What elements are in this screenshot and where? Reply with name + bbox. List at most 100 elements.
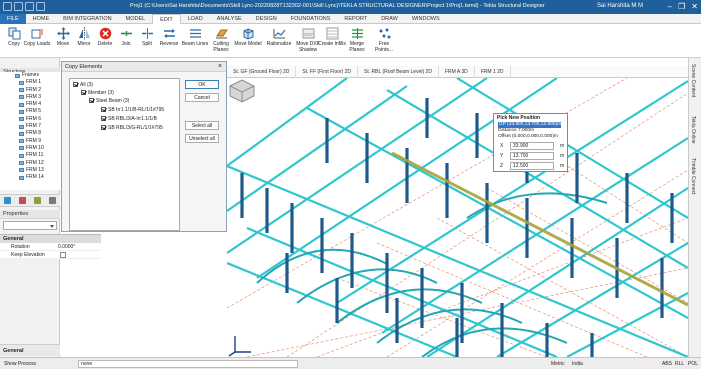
tree-node-member[interactable]: Member (3) [81, 90, 114, 97]
tab-bim-integration[interactable]: BIM INTEGRATION [56, 14, 118, 24]
tree-node-beam-3[interactable]: SB RBL/3/G-RL/1/1#795 [101, 125, 163, 132]
3d-viewport[interactable] [227, 78, 688, 357]
rotation-value[interactable]: 0.0000° [58, 243, 75, 251]
tree-item-frm[interactable]: FRM 2 [0, 87, 60, 94]
structure-tab-icon[interactable] [4, 197, 11, 204]
rationalize-button[interactable]: Rationalize [265, 27, 293, 47]
trimble-connect-tab[interactable]: Trimble Connect [690, 158, 696, 195]
checkbox-icon[interactable] [101, 107, 106, 113]
property-row-keep-elevation[interactable]: Keep Elevation [0, 251, 101, 259]
z-coordinate-input[interactable]: 12.500 [510, 162, 554, 170]
general-bottom-tab[interactable]: General [0, 344, 60, 356]
keep-elevation-checkbox[interactable] [60, 252, 66, 258]
tree-node-beam-1[interactable]: SB Irr1.1/1/B-RL/1/1#795 [101, 107, 164, 114]
cancel-button[interactable]: Cancel [185, 93, 219, 102]
mirror-icon [78, 27, 90, 40]
select-all-button[interactable]: Select all [185, 121, 219, 130]
steel-beams [227, 78, 688, 357]
cutting-planes-button[interactable]: Cutting Planes [207, 27, 235, 53]
reverse-button[interactable]: Reverse [155, 27, 183, 47]
dialog-close-icon[interactable]: × [218, 62, 222, 72]
tab-report[interactable]: REPORT [337, 14, 374, 24]
tree-item-frm[interactable]: FRM 3 [0, 94, 60, 101]
frame-icon [19, 109, 24, 114]
tree-item-frm[interactable]: FRM 11 [0, 152, 60, 159]
tab-analyse[interactable]: ANALYSE [210, 14, 249, 24]
tab-file[interactable]: FILE [0, 14, 26, 24]
tree-item-frm[interactable]: FRM 10 [0, 145, 60, 152]
checkbox-icon[interactable] [101, 116, 106, 122]
rll-toggle[interactable]: RLL [675, 360, 684, 368]
elements-tree[interactable]: All (3) Member (3) Steel Beam (3) SB Irr… [69, 78, 180, 231]
tab-model[interactable]: MODEL [119, 14, 153, 24]
results-tab-icon[interactable] [49, 197, 56, 204]
view-tab-frm-1-2d[interactable]: FRM 1 2D [475, 66, 511, 78]
view-tab-ground-floor[interactable]: St. GF (Ground Floor) 2D [227, 66, 297, 78]
save-icon[interactable] [14, 2, 23, 11]
units-indicator[interactable]: Metric [551, 360, 565, 368]
checkbox-icon[interactable] [101, 125, 106, 131]
y-coordinate-input[interactable]: 13.700 [510, 152, 554, 160]
tree-item-frm[interactable]: FRM 13 [0, 167, 60, 174]
tree-node-all[interactable]: All (3) [73, 82, 93, 89]
properties-panel: Properties [0, 210, 60, 232]
tree-item-frm[interactable]: FRM 8 [0, 130, 60, 137]
tab-windows[interactable]: WINDOWS [405, 14, 447, 24]
tab-foundations[interactable]: FOUNDATIONS [284, 14, 338, 24]
tab-load[interactable]: LOAD [181, 14, 210, 24]
rationalize-icon [273, 29, 285, 39]
checkbox-icon[interactable] [73, 82, 78, 88]
maximize-button[interactable]: ❐ [678, 1, 685, 12]
view-tab-roof-beam-level[interactable]: St. RBL (Roof Beam Level) 2D [358, 66, 439, 78]
move-model-button[interactable]: Move Model [234, 27, 262, 47]
free-points-button[interactable]: Free Points... [370, 27, 398, 53]
command-line[interactable]: none [78, 360, 298, 368]
x-coordinate-input[interactable]: 33.900 [510, 142, 554, 150]
scene-content-tab[interactable]: Scene Content [690, 64, 696, 97]
redo-icon[interactable] [36, 2, 45, 11]
view-tab-frm-a-3d[interactable]: FRM A 3D [439, 66, 475, 78]
tree-item-frm[interactable]: FRM 12 [0, 160, 60, 167]
tree-item-frm[interactable]: FRM 4 [0, 101, 60, 108]
create-infills-button[interactable]: Create Infills [318, 27, 346, 47]
region-indicator[interactable]: India [572, 360, 583, 368]
user-name[interactable]: Sai Harshita M M [597, 3, 643, 9]
tab-draw[interactable]: DRAW [374, 14, 405, 24]
tree-node-beam-2[interactable]: SB RBL/3/A-Irr1.1/1/B [101, 116, 157, 123]
tree-item-frm[interactable]: FRM 6 [0, 116, 60, 123]
view-tab-first-floor[interactable]: St. FF (First Floor) 2D [296, 66, 359, 78]
pol-toggle[interactable]: POL [688, 360, 698, 368]
unselect-all-button[interactable]: Unselect all [185, 134, 219, 143]
tree-item-frm[interactable]: FRM 7 [0, 123, 60, 130]
show-process-button[interactable]: Show Process [4, 360, 36, 368]
general-section-header[interactable]: General [0, 234, 101, 243]
close-button[interactable]: ✕ [691, 1, 698, 12]
undo-icon[interactable] [25, 2, 34, 11]
join-icon [120, 31, 132, 36]
properties-filter-select[interactable] [3, 221, 57, 230]
tree-item-frm[interactable]: FRM 14 [0, 174, 60, 181]
tab-home[interactable]: HOME [26, 14, 57, 24]
tree-item-frm[interactable]: FRM 9 [0, 138, 60, 145]
tree-item-frm[interactable]: FRM 5 [0, 108, 60, 115]
abs-toggle[interactable]: ABS [662, 360, 672, 368]
groups-tab-icon[interactable] [34, 197, 41, 204]
tree-node-steel-beam[interactable]: Steel Beam (3) [89, 98, 129, 105]
view-cube-icon[interactable] [227, 78, 257, 103]
checkbox-icon[interactable] [81, 90, 86, 96]
property-row-rotation[interactable]: Rotation 0.0000° [0, 243, 101, 251]
structure-tree[interactable]: Frames FRM 1 FRM 2 FRM 3 FRM 4 FRM 5 FRM… [0, 72, 60, 190]
tree-item-frames[interactable]: Frames [0, 72, 60, 79]
tekla-online-tab[interactable]: Tekla Online [690, 116, 696, 144]
minimize-button[interactable]: – [668, 1, 672, 12]
quick-access-toolbar[interactable] [3, 2, 45, 11]
copy-loads-button[interactable]: Copy Loads [23, 27, 51, 47]
tree-item-frm[interactable]: FRM 1 [0, 79, 60, 86]
checkbox-icon[interactable] [89, 98, 94, 104]
ok-button[interactable]: OK [185, 80, 219, 89]
loading-tab-icon[interactable] [19, 197, 26, 204]
beam-lines-button[interactable]: Beam Lines [181, 27, 209, 47]
tab-design[interactable]: DESIGN [249, 14, 284, 24]
tab-edit[interactable]: EDIT [152, 14, 181, 24]
merge-planes-button[interactable]: Merge Planes [343, 27, 371, 53]
